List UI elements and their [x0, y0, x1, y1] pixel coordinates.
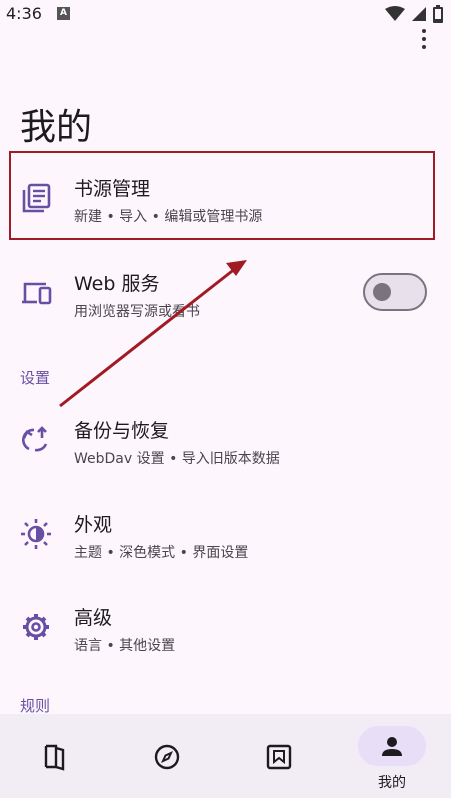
- item-subtitle: 主题 • 深色模式 • 界面设置: [74, 545, 249, 561]
- item-title: Web 服务: [74, 273, 160, 295]
- nav-explore[interactable]: [112, 714, 224, 798]
- more-vert-dot: [422, 37, 426, 41]
- status-time: 4:36: [6, 4, 42, 23]
- item-subtitle: WebDav 设置 • 导入旧版本数据: [74, 451, 280, 467]
- gear-icon: [23, 614, 49, 640]
- nav-label: 我的: [378, 775, 406, 791]
- battery-icon: [433, 5, 443, 23]
- section-header-rules: 规则: [20, 697, 51, 715]
- more-vert-dot: [422, 45, 426, 49]
- notification-icon: A: [57, 7, 70, 20]
- more-vert-icon: [422, 29, 426, 33]
- theme-icon: [21, 519, 51, 549]
- person-icon: [382, 737, 402, 756]
- item-title: 外观: [74, 514, 113, 536]
- signal-icon: [412, 7, 426, 21]
- devices-icon: [22, 282, 52, 305]
- item-title: 高级: [74, 607, 113, 629]
- web-service-toggle[interactable]: [363, 273, 427, 311]
- overflow-menu-button[interactable]: [419, 28, 429, 50]
- advanced-item[interactable]: 高级 语言 • 其他设置: [0, 587, 451, 667]
- page-title: 我的: [20, 107, 93, 148]
- section-header-settings: 设置: [20, 369, 51, 387]
- book-icon: [44, 744, 65, 771]
- annotation-highlight-box: [9, 151, 435, 240]
- status-bar: 4:36 A: [0, 0, 451, 28]
- item-subtitle: 用浏览器写源或看书: [74, 304, 200, 320]
- item-title: 备份与恢复: [74, 420, 170, 442]
- compass-icon: [154, 744, 180, 770]
- nav-rss[interactable]: [224, 714, 336, 798]
- bottom-navigation: 我的: [0, 714, 451, 798]
- status-icons: [385, 5, 443, 23]
- appearance-item[interactable]: 外观 主题 • 深色模式 • 界面设置: [0, 494, 451, 574]
- wifi-icon: [385, 6, 405, 21]
- toggle-knob: [373, 283, 391, 301]
- backup-restore-item[interactable]: 备份与恢复 WebDav 设置 • 导入旧版本数据: [0, 400, 451, 480]
- nav-mine[interactable]: 我的: [336, 714, 448, 798]
- item-subtitle: 语言 • 其他设置: [74, 638, 176, 654]
- bookmark-box-icon: [266, 744, 292, 770]
- nav-bookshelf[interactable]: [0, 714, 112, 798]
- backup-restore-icon: [22, 426, 48, 452]
